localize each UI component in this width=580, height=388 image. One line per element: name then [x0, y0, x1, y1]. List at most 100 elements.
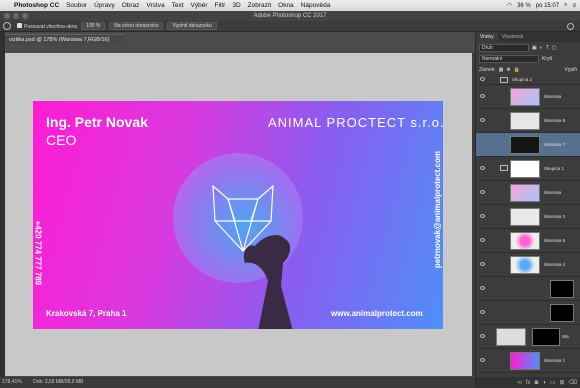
scroll-all-checkbox[interactable]: Posouvat všechna okna: [17, 22, 77, 30]
search-icon[interactable]: [567, 23, 574, 30]
lock-all-icon[interactable]: 🔒: [514, 67, 520, 73]
menu-zobrazit[interactable]: Zobrazit: [248, 2, 271, 9]
tab-properties[interactable]: Vlastnosti: [498, 32, 528, 42]
business-card[interactable]: Ing. Petr Novak CEO ANIMAL PROCTECT s.r.…: [33, 101, 443, 329]
menu-okna[interactable]: Okna: [278, 2, 294, 9]
window-title: Adobe Photoshop CC 2017: [253, 13, 327, 19]
lock-pixels-icon[interactable]: ▦: [499, 67, 504, 73]
filter-kind-select[interactable]: Druh: [479, 43, 529, 52]
layer-row[interactable]: Warstwa 8: [476, 109, 580, 133]
layers-panel: Vrstvy Vlastnosti Druh ▣ ◐ T ▢ Normální …: [475, 32, 580, 388]
eye-icon[interactable]: [480, 214, 485, 218]
card-name: Ing. Petr Novak: [46, 114, 148, 130]
layer-row[interactable]: Warstwa 1: [476, 349, 580, 373]
eye-icon[interactable]: [480, 286, 485, 290]
eye-icon[interactable]: [480, 94, 485, 98]
battery-label[interactable]: 36 %: [517, 3, 531, 9]
fill-screen-button[interactable]: Vyplnit obrazovku: [167, 22, 217, 30]
eye-icon[interactable]: [480, 310, 485, 314]
lock-label: Zámek:: [479, 66, 496, 73]
layers-panel-footer: ∞ fx ◙ ◑ ▭ ⊞ ⌫: [476, 377, 580, 388]
status-bar: 178,41% Dok: 3,59 MB/28,0 MB: [0, 377, 475, 388]
layers-list: Skupina 2 Warstwa Warstwa 8 Warstwa 7 Sk…: [476, 75, 580, 377]
status-zoom[interactable]: 178,41%: [2, 379, 22, 385]
layer-thumbnail: [510, 208, 540, 226]
menu-bar: Photoshop CC Soubor Úpravy Obraz Vrstva …: [0, 0, 580, 11]
window-controls[interactable]: [4, 13, 28, 19]
eye-icon[interactable]: [480, 334, 485, 338]
layer-row[interactable]: Warstwa 3: [476, 205, 580, 229]
menu-napoveda[interactable]: Nápověda: [301, 2, 331, 9]
eye-icon[interactable]: [480, 190, 485, 194]
lock-position-icon[interactable]: ✥: [506, 67, 510, 73]
panel-tabs: Vrstvy Vlastnosti: [476, 32, 580, 42]
eye-icon[interactable]: [480, 238, 485, 242]
layer-row[interactable]: [476, 277, 580, 301]
document-tab[interactable]: vizitka.psd @ 178% (Warstwa 7,RGB/16): [5, 34, 125, 45]
layer-thumbnail: [510, 136, 540, 154]
menu-upravy[interactable]: Úpravy: [94, 2, 115, 9]
layer-row[interactable]: Skupina 2: [476, 75, 580, 85]
blend-row: Normální Krytí: [476, 53, 580, 64]
layer-thumbnail: [510, 112, 540, 130]
card-phone: +420 774 777 789: [33, 220, 43, 286]
trash-icon[interactable]: ⌫: [569, 379, 577, 386]
filter-adjust-icon[interactable]: ◐: [540, 45, 543, 51]
layer-thumbnail: [496, 328, 526, 346]
menu-vyber[interactable]: Výběr: [191, 2, 208, 9]
layer-row[interactable]: Warstwa: [476, 85, 580, 109]
card-address: Krakovská 7, Praha 1: [46, 309, 127, 318]
menu-3d[interactable]: 3D: [232, 2, 240, 9]
filter-shape-icon[interactable]: ▢: [552, 45, 557, 51]
app-menu[interactable]: Photoshop CC: [14, 2, 59, 9]
search-icon[interactable]: ⌕: [564, 2, 567, 9]
eye-icon[interactable]: [480, 262, 485, 266]
mask-icon[interactable]: ◙: [535, 380, 539, 386]
folder-icon[interactable]: ▭: [550, 379, 556, 386]
layer-row[interactable]: Warstwa 4: [476, 253, 580, 277]
tab-layers[interactable]: Vrstvy: [476, 32, 498, 42]
card-brand: ANIMAL PROCTECT s.r.o.: [268, 115, 443, 130]
layer-row-selected[interactable]: Warstwa 7: [476, 133, 580, 157]
eye-icon[interactable]: [480, 77, 485, 81]
eye-icon[interactable]: [480, 166, 485, 170]
fit-screen-button[interactable]: Na celou obrazovku: [109, 22, 164, 30]
menu-icon[interactable]: ≡: [572, 3, 576, 9]
menu-filtr[interactable]: Filtr: [215, 2, 226, 9]
layer-row[interactable]: Skupina 1: [476, 157, 580, 181]
layer-row[interactable]: Warstwa 5: [476, 229, 580, 253]
card-role: CEO: [46, 132, 77, 148]
menu-obraz[interactable]: Obraz: [122, 2, 140, 9]
filter-text-icon[interactable]: T: [546, 45, 549, 51]
filter-row: Druh ▣ ◐ T ▢: [476, 42, 580, 53]
layer-row[interactable]: Wa: [476, 325, 580, 349]
layer-mask-thumbnail: [550, 304, 574, 322]
layer-thumbnail: [510, 352, 540, 370]
hand-tool-icon[interactable]: [3, 22, 11, 30]
lock-row: Zámek: ▦ ✥ 🔒 Výplň: [476, 64, 580, 75]
menu-vrstva[interactable]: Vrstva: [146, 2, 164, 9]
eye-icon[interactable]: [480, 358, 485, 362]
new-layer-icon[interactable]: ⊞: [559, 379, 564, 386]
options-bar: Posouvat všechna okna 100 % Na celou obr…: [0, 21, 580, 32]
adjustment-icon[interactable]: ◑: [542, 380, 546, 386]
layer-row[interactable]: Warstwa: [476, 181, 580, 205]
layer-thumbnail: [510, 232, 540, 250]
filter-pixel-icon[interactable]: ▣: [532, 45, 537, 51]
opacity-label: Krytí: [542, 55, 553, 62]
link-icon[interactable]: ∞: [518, 380, 522, 386]
menu-soubor[interactable]: Soubor: [66, 2, 87, 9]
fox-hand-illustration: [212, 184, 293, 329]
fill-label: Výplň: [564, 66, 577, 73]
eye-icon[interactable]: [480, 118, 485, 122]
folder-icon: [500, 165, 508, 171]
clock[interactable]: po 15:07: [536, 3, 559, 9]
layer-row[interactable]: [476, 301, 580, 325]
menu-text[interactable]: Text: [172, 2, 184, 9]
zoom-100-button[interactable]: 100 %: [81, 22, 106, 30]
blend-mode-select[interactable]: Normální: [479, 54, 539, 63]
wifi-icon[interactable]: ◠: [507, 2, 512, 9]
layer-mask-thumbnail: [532, 328, 560, 346]
fx-icon[interactable]: fx: [526, 380, 531, 386]
layer-thumbnail: [510, 160, 540, 178]
